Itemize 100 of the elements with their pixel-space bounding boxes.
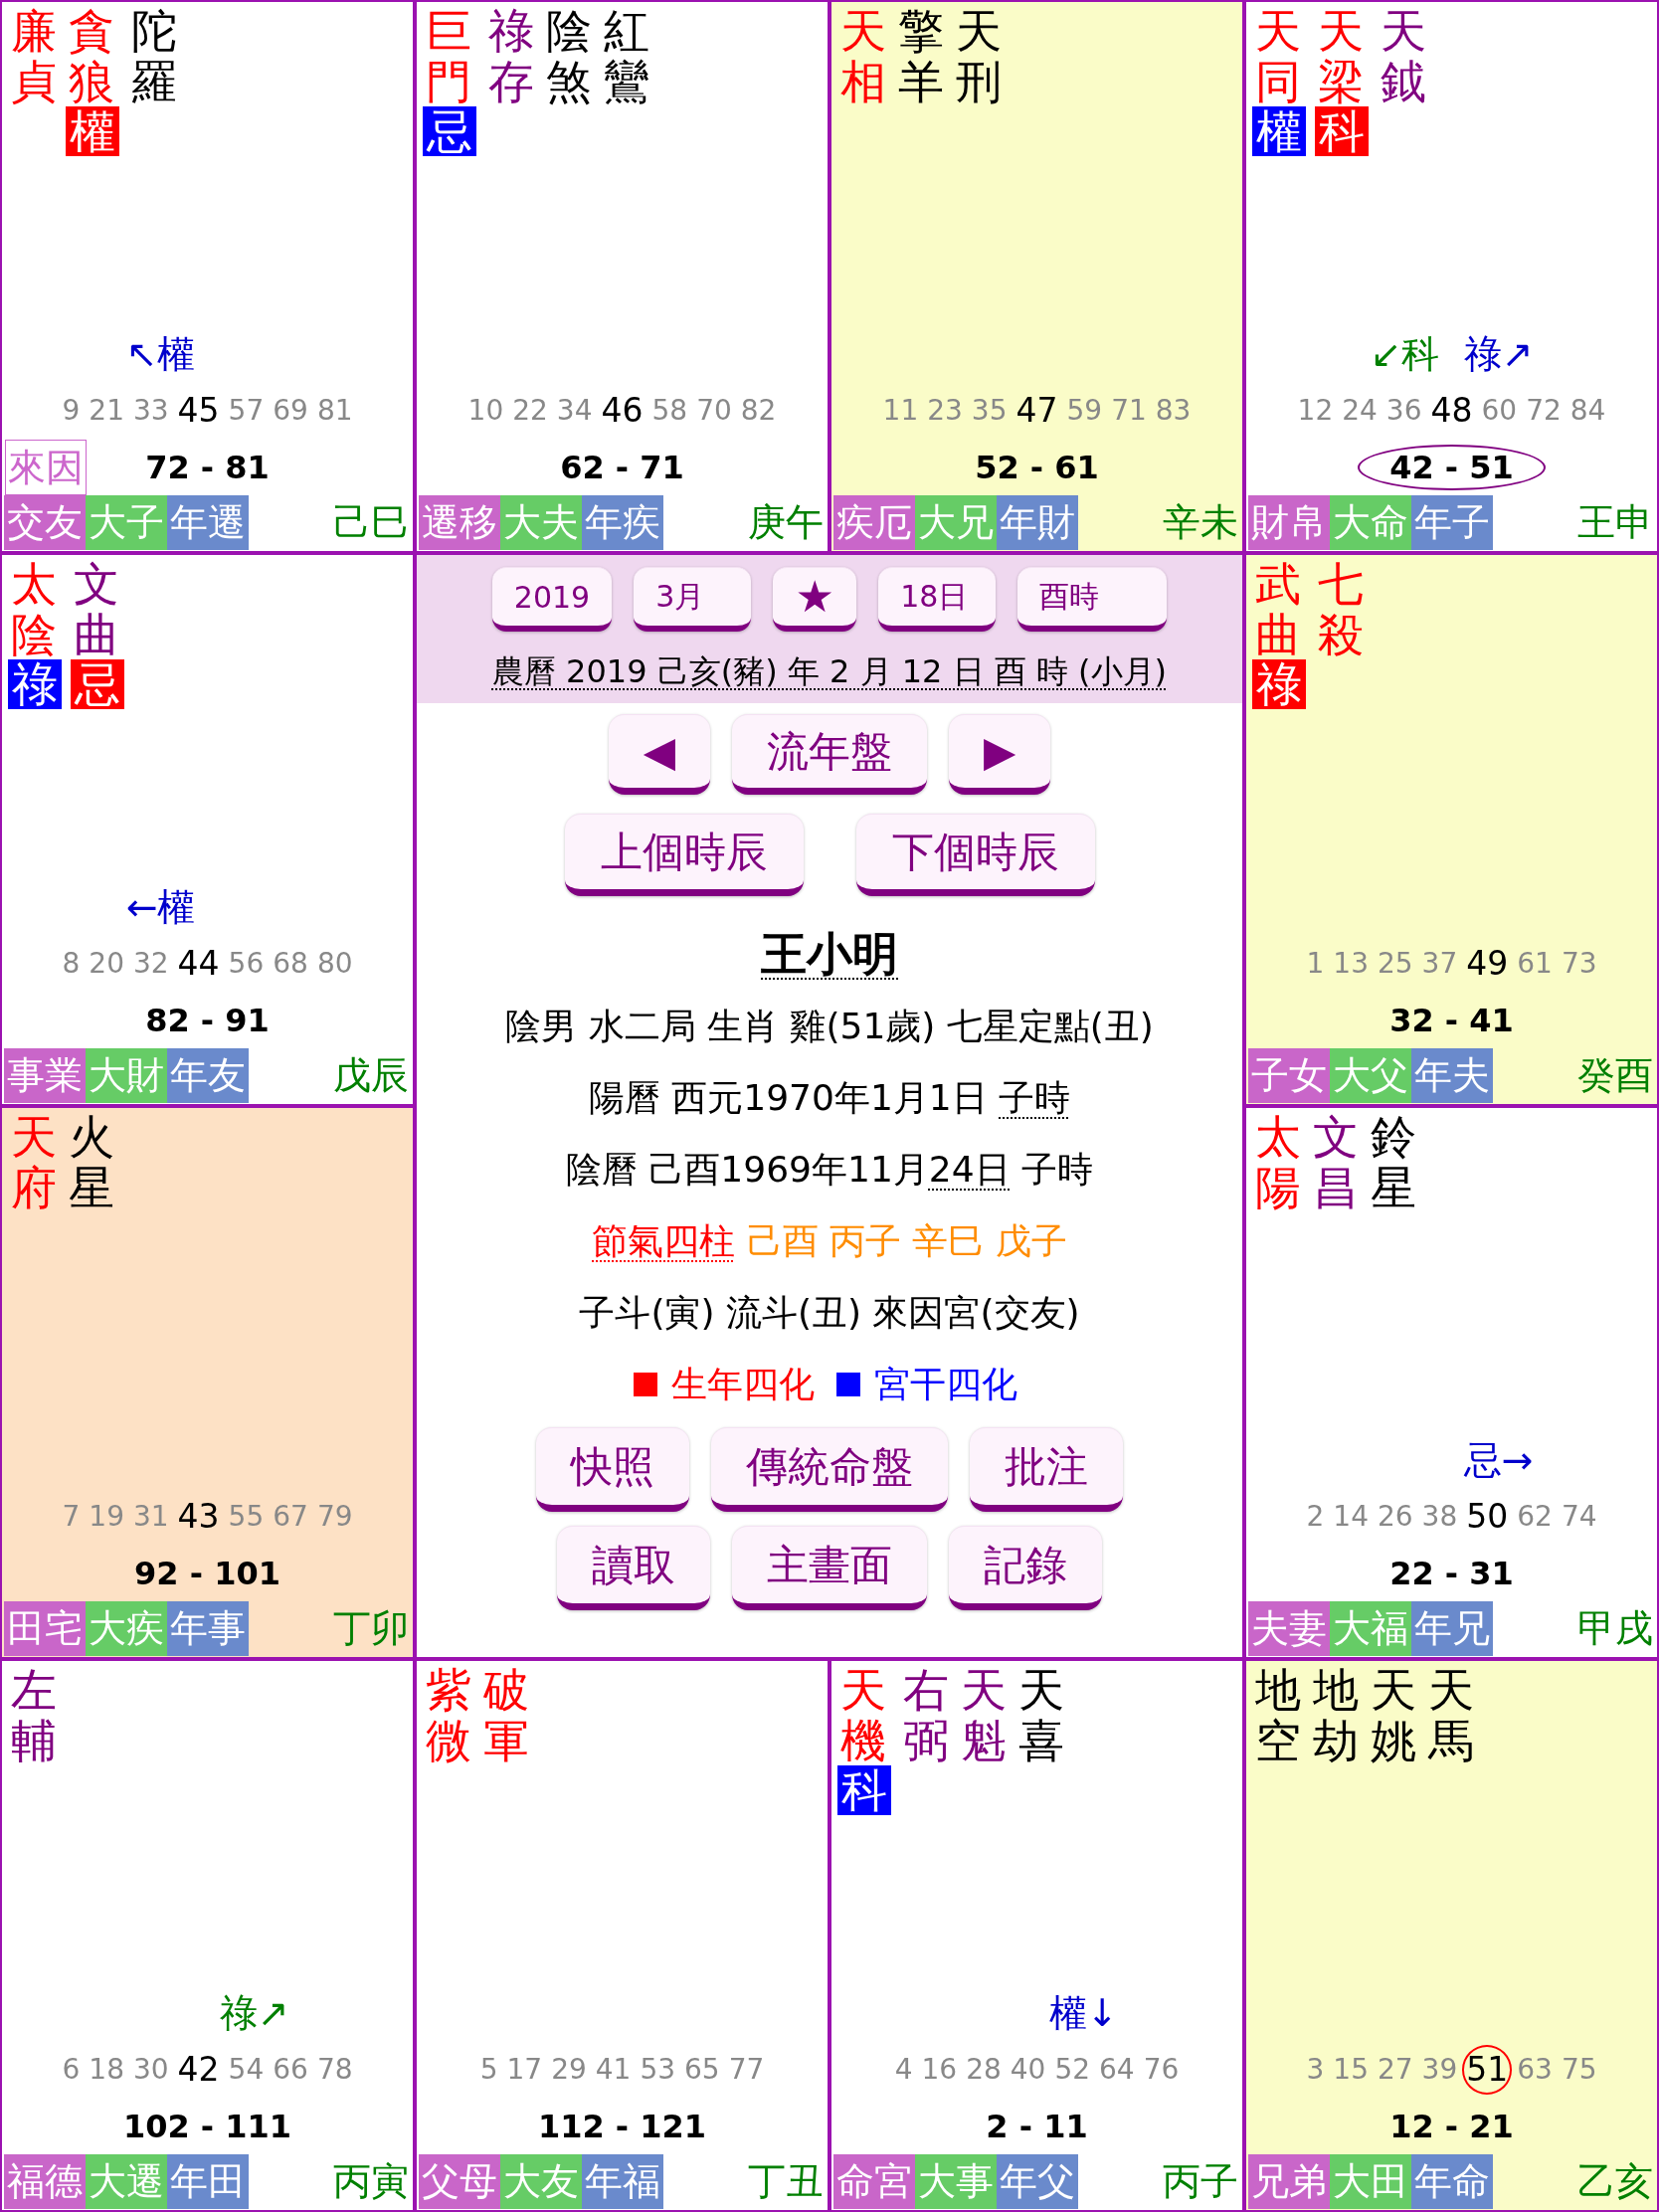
age-number: 78 (316, 2053, 353, 2087)
decade-range: 92 - 101 (133, 1553, 281, 1594)
age-number: 42 (177, 2050, 220, 2090)
star-name: 天魁 (961, 1665, 1007, 1766)
year-palace-tag: 年福 (582, 2154, 663, 2209)
decade-range: 72 - 81 (144, 447, 271, 488)
info-line: 子斗(寅) 流斗(丑) 來因宮(交友) (579, 1291, 1080, 1335)
age-number: 18 (89, 2053, 124, 2087)
date-select[interactable]: 3月 (634, 567, 752, 632)
decade-palace-tag: 大田 (1330, 2154, 1411, 2209)
decade-palace-tag: 大友 (500, 2154, 582, 2209)
date-select[interactable]: 2019 (491, 567, 613, 632)
transformation-badge: 權 (66, 106, 119, 157)
date-select[interactable]: 酉時 (1017, 567, 1168, 632)
age-number: 60 (1481, 394, 1518, 428)
previous-hour-button[interactable]: 上個時辰 (564, 814, 804, 896)
transformation-badge: 權 (1252, 106, 1306, 157)
next-hour-button[interactable]: 下個時辰 (855, 814, 1095, 896)
decade-palace-tag: 大命 (1330, 495, 1411, 550)
action-button[interactable]: 記錄 (949, 1526, 1102, 1610)
action-button[interactable]: 讀取 (557, 1526, 710, 1610)
year-palace-tag: 年事 (167, 1601, 249, 1656)
action-button[interactable]: 主畫面 (732, 1526, 927, 1610)
action-button[interactable]: 傳統命盤 (711, 1427, 948, 1512)
age-number: 51 (1462, 2045, 1513, 2095)
age-number: 40 (1010, 2053, 1046, 2087)
transformation-badge: 祿 (1252, 659, 1306, 710)
year-palace-tag: 年子 (1411, 495, 1493, 550)
next-button[interactable]: ▶ (949, 714, 1051, 795)
star-name: 天鉞 (1381, 6, 1426, 107)
star-name: 廉貞 (11, 6, 57, 107)
decade-palace-tag: 大財 (86, 1048, 167, 1103)
star-name: 地劫 (1313, 1665, 1359, 1766)
person-name: 王小明 (761, 926, 898, 982)
star-name: 天府 (11, 1112, 57, 1213)
transformation-badge: 祿 (8, 659, 62, 710)
age-number: 33 (132, 394, 169, 428)
origin-tag: 來因 (5, 439, 87, 495)
stem-branch-text: 丙子 (1163, 2158, 1239, 2205)
stem-branch-text: 乙亥 (1577, 2158, 1654, 2205)
age-number: 10 (467, 394, 504, 428)
stem-branch-text: 戊辰 (333, 1052, 410, 1099)
age-number: 2 (1306, 1500, 1325, 1534)
palace-name-tag: 財帛 (1248, 495, 1330, 550)
transformation-badge: 忌 (423, 106, 476, 157)
decade-palace-tag: 大父 (1330, 1048, 1411, 1103)
age-number: 48 (1430, 391, 1473, 431)
palace-name-tag: 命宮 (833, 2154, 915, 2209)
age-number: 59 (1066, 394, 1103, 428)
age-number: 66 (273, 2053, 308, 2087)
year-palace-tag: 年財 (997, 495, 1078, 550)
star-name: 紅鸞 (604, 6, 649, 107)
star-name: 武曲 (1255, 559, 1301, 660)
star-name: 天相 (840, 6, 886, 107)
age-number: 37 (1421, 947, 1458, 981)
age-number: 49 (1466, 944, 1509, 984)
star-name: 火星 (69, 1112, 114, 1213)
action-button[interactable]: 批注 (970, 1427, 1123, 1512)
decade-range: 22 - 31 (1388, 1553, 1515, 1594)
age-number: 4 (894, 2053, 913, 2087)
palace-name-tag: 福德 (4, 2154, 86, 2209)
decade-palace-tag: 大疾 (86, 1601, 167, 1656)
date-select[interactable]: 18日 (878, 567, 997, 632)
age-number: 52 (1054, 2053, 1091, 2087)
decade-range: 2 - 11 (985, 2106, 1089, 2147)
age-number: 63 (1517, 2053, 1553, 2087)
info-link[interactable]: 子時 (999, 1077, 1071, 1118)
age-number: 34 (556, 394, 593, 428)
year-palace-tag: 年命 (1411, 2154, 1493, 2209)
age-number: 17 (506, 2053, 543, 2087)
flying-transformation-text: 權↓ (1048, 1990, 1119, 2035)
star-button[interactable]: ★ (773, 567, 857, 632)
age-number: 24 (1342, 394, 1378, 428)
palace-name-tag: 子女 (1248, 1048, 1330, 1103)
age-number: 53 (640, 2053, 676, 2087)
age-number: 80 (316, 947, 353, 981)
age-number: 26 (1377, 1500, 1413, 1534)
age-number: 5 (479, 2053, 498, 2087)
info-link[interactable]: 節氣四柱 (592, 1220, 736, 1261)
palace-name-tag: 田宅 (4, 1601, 86, 1656)
flying-transformation-text: 忌→ (1463, 1437, 1534, 1482)
decade-palace-tag: 大福 (1330, 1601, 1411, 1656)
age-number: 65 (684, 2053, 720, 2087)
palace-name-tag: 疾厄 (833, 495, 915, 550)
action-button[interactable]: 快照 (536, 1427, 689, 1512)
age-number: 8 (62, 947, 81, 981)
age-number: 19 (89, 1500, 124, 1534)
age-number: 39 (1421, 2053, 1458, 2087)
previous-button[interactable]: ◀ (608, 714, 710, 795)
chart-mode-button[interactable]: 流年盤 (732, 714, 927, 795)
star-name: 陀羅 (131, 6, 177, 107)
age-number: 43 (177, 1497, 220, 1537)
info-link[interactable]: 24日 (928, 1149, 1011, 1190)
age-number: 16 (921, 2053, 958, 2087)
star-name: 太陰 (11, 559, 57, 660)
star-name: 天姚 (1371, 1665, 1416, 1766)
decade-range: 32 - 41 (1388, 1000, 1515, 1041)
star-name: 祿存 (488, 6, 534, 107)
age-number: 82 (740, 394, 777, 428)
age-number: 74 (1561, 1500, 1597, 1534)
